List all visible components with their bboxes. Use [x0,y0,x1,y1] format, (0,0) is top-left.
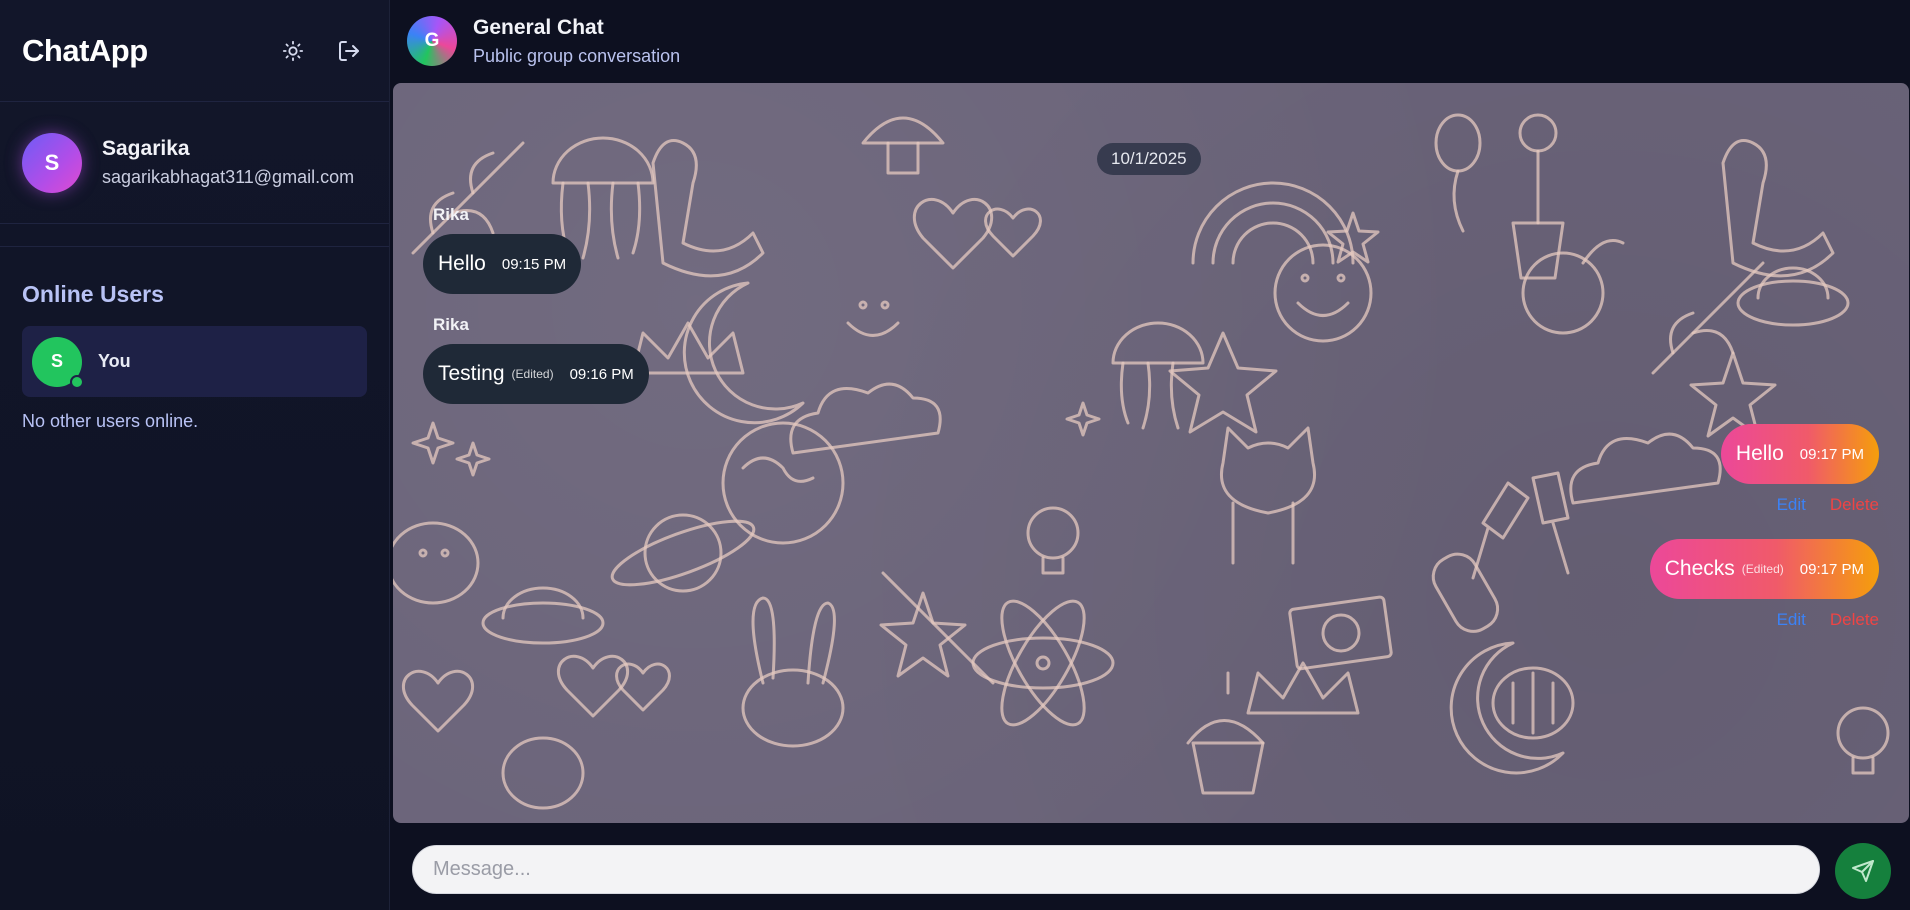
avatar-initial: S [50,351,63,371]
avatar: S [22,132,82,193]
user-profile: S Sagarika sagarikabhagat311@gmail.com [0,102,389,224]
message-sender: Rika [433,315,469,334]
message-time: 09:17 PM [1799,445,1864,463]
sidebar-header: ChatApp [0,0,389,102]
chat-subtitle: Public group conversation [473,45,681,66]
message-sender: Rika [433,205,469,224]
app-title: ChatApp [22,32,148,68]
sidebar: ChatApp S Sagarika sagarikabhagat311@gma… [0,0,390,910]
edit-message-button[interactable]: Edit [1777,495,1806,515]
message-composer [412,845,1820,894]
online-status-dot [70,374,84,389]
online-users-heading: Online Users [22,281,164,307]
message-list[interactable]: 10/1/2025 Rika Hello 09:15 PM Rika Testi… [393,83,1909,823]
delete-message-button[interactable]: Delete [1830,610,1879,630]
logout-icon [339,40,359,61]
group-avatar: G [407,16,457,66]
chat-main: G General Chat Public group conversation [391,0,1910,910]
avatar: S [32,336,84,389]
no-users-text: No other users online. [22,411,199,431]
edited-tag: (Edited) [511,367,554,381]
edit-message-button[interactable]: Edit [1777,610,1806,630]
send-button[interactable] [1835,843,1891,899]
message-input[interactable] [433,858,1799,881]
message-bubble[interactable]: Testing (Edited) 09:16 PM [423,344,649,404]
send-icon [1852,860,1874,882]
own-message-bubble[interactable]: Hello 09:17 PM [1720,424,1879,484]
message-actions: Edit Delete [1777,495,1879,515]
profile-email: sagarikabhagat311@gmail.com [102,167,355,187]
message-bubble[interactable]: Hello 09:15 PM [423,234,582,294]
doodle-background [393,113,1890,810]
message-text: Hello [438,252,486,275]
online-user-name: You [98,351,131,371]
message-actions: Edit Delete [1777,610,1879,630]
chat-title: General Chat [473,15,604,39]
online-user-item[interactable]: S You [22,326,367,397]
chat-header: G General Chat Public group conversation [391,0,1910,82]
message-text: Checks [1664,557,1735,580]
delete-message-button[interactable]: Delete [1830,495,1879,515]
logout-button[interactable] [331,33,367,69]
profile-name: Sagarika [102,137,190,160]
edited-tag: (Edited) [1741,562,1784,576]
date-separator: 10/1/2025 [1097,143,1201,175]
own-message-bubble[interactable]: Checks (Edited) 09:17 PM [1649,539,1879,599]
message-time: 09:15 PM [501,255,567,273]
message-time: 09:16 PM [569,365,634,383]
message-text: Hello [1735,442,1784,465]
sun-icon [282,40,304,61]
theme-toggle-button[interactable] [275,33,311,69]
message-time: 09:17 PM [1799,560,1864,578]
message-text: Testing [438,362,505,385]
